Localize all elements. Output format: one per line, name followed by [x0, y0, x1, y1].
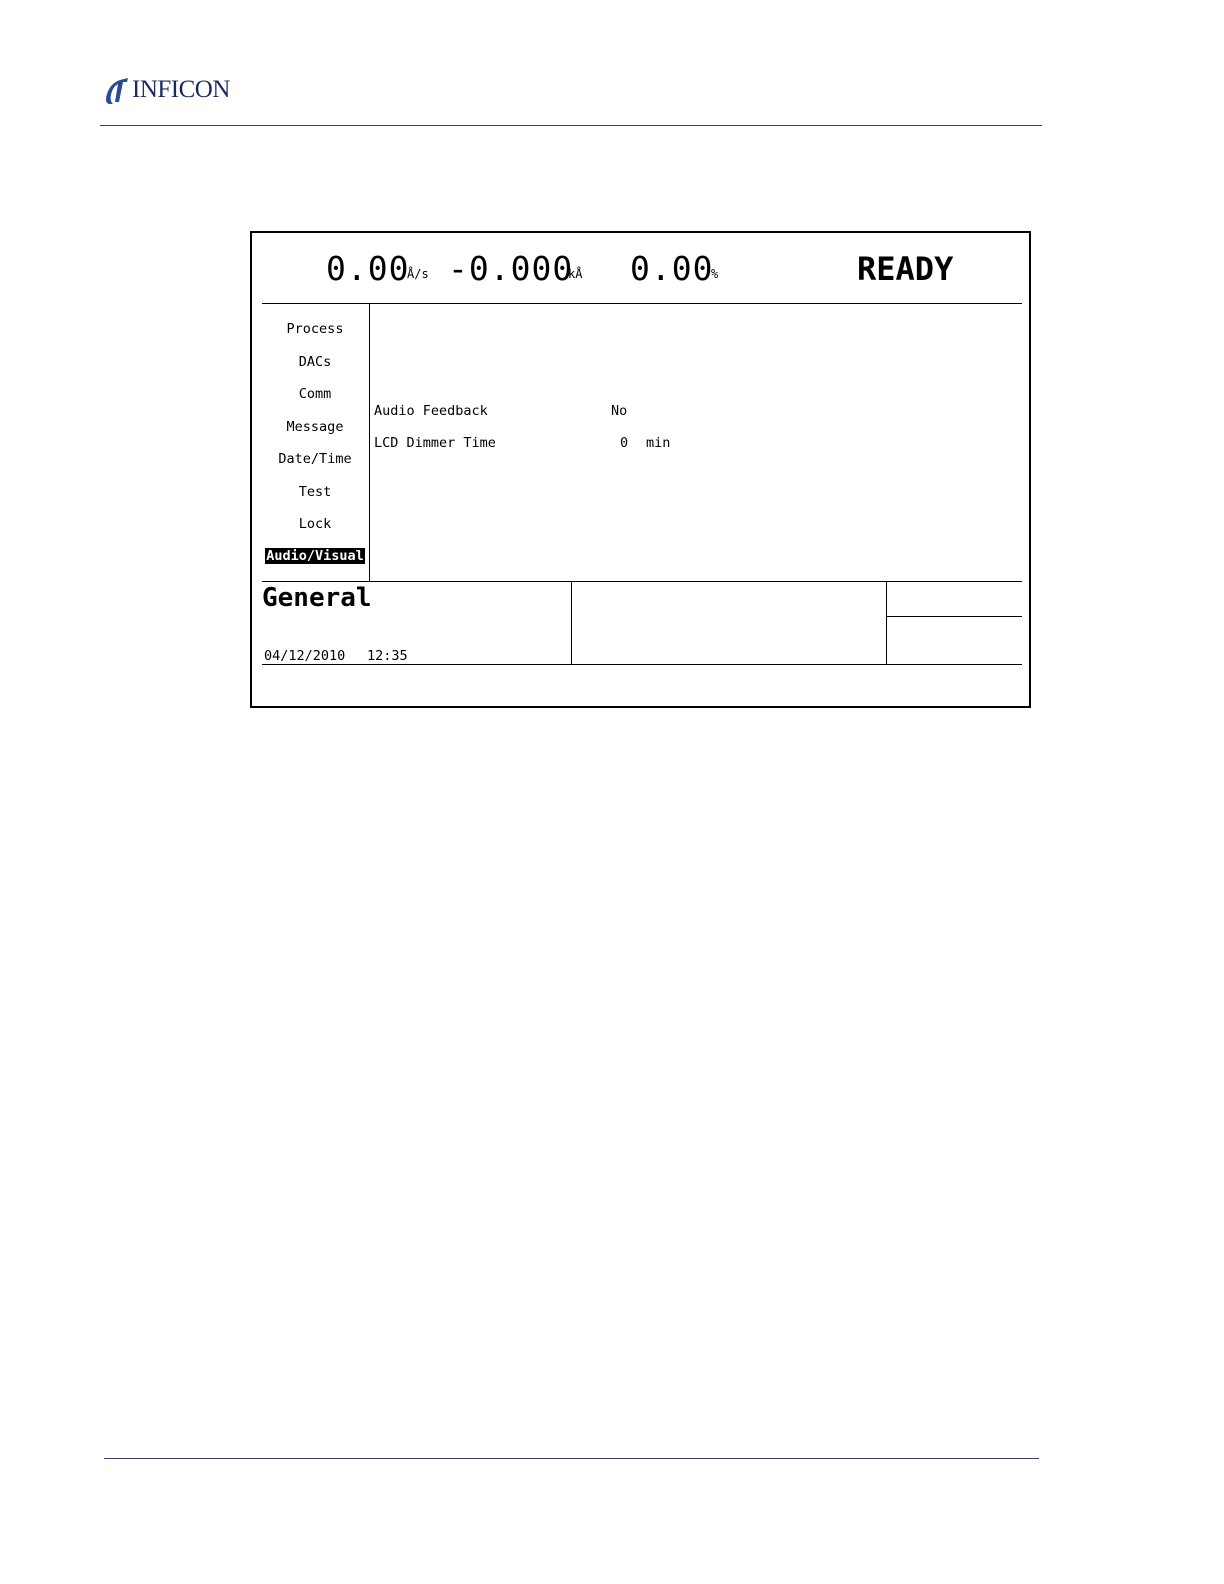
brand-name: INFICON	[132, 76, 230, 103]
power-value: 0.00	[630, 249, 714, 288]
menu-item-message[interactable]: Message	[263, 419, 367, 435]
footer-top-divider	[262, 581, 1022, 582]
footer-divider-1	[571, 581, 572, 665]
footer-bottom-divider	[262, 664, 1022, 665]
footer-divider-2	[886, 581, 887, 665]
footer-rule	[104, 1458, 1039, 1459]
menu-item-date-time[interactable]: Date/Time	[263, 451, 367, 467]
inficon-logo-mark-icon	[106, 78, 128, 104]
menu-item-dacs[interactable]: DACs	[263, 354, 367, 370]
status-indicator: READY	[857, 250, 954, 288]
menu-item-lock[interactable]: Lock	[263, 516, 367, 532]
menu-divider	[369, 303, 370, 582]
power-unit: %	[711, 267, 719, 281]
lcd-dimmer-time-value[interactable]: 0	[620, 435, 628, 451]
time-display: 12:35	[367, 648, 408, 664]
audio-feedback-label: Audio Feedback	[374, 403, 488, 419]
lcd-dimmer-time-unit: min	[646, 435, 671, 451]
rate-unit: Å/s	[407, 267, 429, 281]
menu-item-process[interactable]: Process	[263, 321, 367, 337]
menu-item-test[interactable]: Test	[263, 484, 367, 500]
inficon-logo: INFICON	[104, 74, 230, 106]
footer-right-divider	[886, 616, 1022, 617]
header-rule	[100, 125, 1042, 126]
date-display: 04/12/2010	[264, 648, 346, 664]
rate-value: 0.00	[326, 249, 410, 288]
menu-item-comm[interactable]: Comm	[263, 386, 367, 402]
menu-item-audio-visual[interactable]: Audio/Visual	[263, 548, 367, 564]
thickness-value: -0.000	[448, 249, 574, 288]
page-title: General	[262, 583, 372, 613]
audio-feedback-value[interactable]: No	[611, 403, 627, 419]
thickness-unit: kÅ	[568, 267, 583, 281]
instrument-screen: 0.00 Å/s -0.000 kÅ 0.00 % READY Process …	[250, 231, 1031, 708]
readout-divider	[262, 303, 1022, 304]
lcd-dimmer-time-label: LCD Dimmer Time	[374, 435, 496, 451]
